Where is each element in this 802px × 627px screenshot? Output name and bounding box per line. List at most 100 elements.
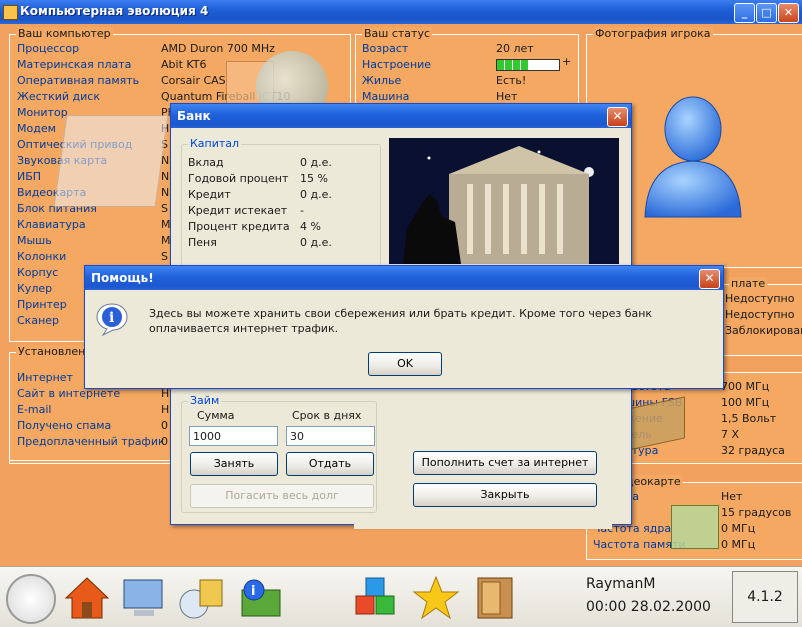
overclock-value: 1,5 Вольт (721, 412, 777, 425)
status-label: Жилье (362, 74, 402, 87)
capital-label: Процент кредита (188, 220, 290, 233)
repay-button[interactable]: Отдать (286, 452, 374, 476)
bank-close-icon[interactable]: ✕ (607, 107, 628, 127)
info-icon: i (96, 303, 128, 336)
help-dialog: Помощь! ✕ i Здесь вы можете хранить свои… (84, 265, 724, 389)
component-label: Клавиатура (17, 218, 86, 231)
home-icon[interactable] (64, 574, 110, 620)
component-label: Колонки (17, 250, 67, 263)
component-label: Оперативная память (17, 74, 140, 87)
close-button[interactable]: ✕ (778, 3, 799, 23)
days-label: Срок в днях (292, 409, 362, 422)
overclock-value: 700 МГц (721, 380, 770, 393)
component-label: ИБП (17, 170, 42, 183)
component-label: Жесткий диск (17, 90, 100, 103)
bank-close-button[interactable]: Закрыть (413, 483, 597, 507)
component-label: Процессор (17, 42, 80, 55)
capital-value: 0 д.е. (300, 156, 332, 169)
capital-group-title: Капитал (188, 137, 242, 150)
overclock-value: 7 X (721, 428, 740, 441)
component-value: Corsair CAS (161, 74, 226, 87)
user-name: RaymanM (586, 576, 656, 592)
videocard-icon (671, 505, 719, 549)
minimize-button[interactable]: _ (734, 3, 755, 23)
component-label: Принтер (17, 298, 67, 311)
component-label: Корпус (17, 266, 59, 279)
internet-label: Получено спама (17, 419, 112, 432)
component-label: Сканер (17, 314, 60, 327)
payment-panel-title: плате (729, 277, 768, 290)
exit-door-icon[interactable] (472, 574, 520, 620)
loan-group: Займ Сумма Срок в днях 1000 30 Занять От… (181, 394, 377, 513)
overclock-value: 100 МГц (721, 396, 770, 409)
internet-value: 0 (161, 419, 168, 432)
component-label: Модем (17, 122, 56, 135)
component-value: N (161, 186, 170, 199)
svg-text:i: i (109, 310, 114, 326)
component-label: Материнская плата (17, 58, 132, 71)
help-message: Здесь вы можете хранить свои сбережения … (149, 307, 653, 335)
status-label: Настроение (362, 58, 432, 71)
topup-internet-button[interactable]: Пополнить счет за интернет (413, 451, 597, 475)
mood-bar (496, 59, 560, 71)
software-box-icon[interactable] (178, 574, 226, 620)
internet-value: 0 (161, 435, 168, 448)
capital-value: 0 д.е. (300, 236, 332, 249)
internet-label: Интернет (17, 371, 73, 384)
app-icon (3, 5, 18, 20)
internet-label: Предоплаченный трафик (17, 435, 165, 448)
capital-label: Вклад (188, 156, 224, 169)
payment-status-1: Недоступно (725, 292, 795, 305)
mood-plus: + (562, 55, 572, 68)
component-label: Мышь (17, 234, 52, 247)
component-label: Монитор (17, 106, 68, 119)
capital-value: 4 % (300, 220, 321, 233)
sum-label: Сумма (197, 409, 235, 422)
capital-label: Кредит (188, 188, 231, 201)
borrow-button[interactable]: Занять (190, 452, 278, 476)
component-label: Кулер (17, 282, 53, 295)
internet-value: H (161, 403, 170, 416)
internet-label: E-mail (17, 403, 52, 416)
component-value: Abit KT6 (161, 58, 207, 71)
ok-button[interactable]: OK (368, 352, 442, 376)
capital-label: Годовой процент (188, 172, 289, 185)
settings-gear-icon[interactable] (6, 574, 56, 624)
status-panel-title: Ваш статус (362, 27, 433, 40)
status-label: Возраст (362, 42, 409, 55)
repay-all-button[interactable]: Погасить весь долг (190, 484, 374, 508)
computer-icon[interactable] (120, 574, 168, 620)
game-datetime: 00:00 28.02.2000 (586, 599, 711, 615)
bank-dialog-titlebar: Банк ✕ (171, 104, 631, 128)
help-close-icon[interactable]: ✕ (699, 269, 720, 289)
window-title: Компьютерная эволюция 4 (20, 4, 209, 18)
maximize-button[interactable]: □ (756, 3, 777, 23)
player-avatar-icon (644, 96, 742, 218)
days-input[interactable]: 30 (286, 426, 375, 446)
installed-panel-title: Установлен (16, 345, 88, 358)
component-value: S (161, 250, 168, 263)
loan-group-title: Займ (188, 394, 222, 407)
help-dialog-titlebar: Помощь! ✕ (85, 266, 723, 290)
cubes-icon[interactable] (352, 574, 402, 620)
video-value: 0 МГц (721, 522, 756, 535)
payment-status-3: Заблокирован (725, 324, 802, 337)
computer-panel-title: Ваш компьютер (16, 27, 113, 40)
info-board-icon[interactable]: i (236, 574, 284, 620)
video-value: 15 градусов (721, 506, 792, 519)
svg-text:i: i (251, 584, 255, 599)
video-value: 0 МГц (721, 538, 756, 551)
help-dialog-title: Помощь! (91, 271, 154, 285)
capital-label: Пеня (188, 236, 217, 249)
printer-icon (53, 115, 169, 207)
component-value: S (161, 202, 168, 215)
star-icon[interactable] (412, 574, 460, 620)
component-value: N (161, 170, 170, 183)
payment-status-2: Недоступно (725, 308, 795, 321)
status-panel: Ваш статус Возраст20 летНастроение- Жиль… (355, 27, 579, 106)
payment-panel: плате Недоступно Недоступно Заблокирован (722, 277, 802, 356)
version-label: 4.1.2 (732, 571, 798, 623)
sum-input[interactable]: 1000 (189, 426, 278, 446)
photo-panel-title: Фотография игрока (593, 27, 713, 40)
status-value: 20 лет (496, 42, 534, 55)
